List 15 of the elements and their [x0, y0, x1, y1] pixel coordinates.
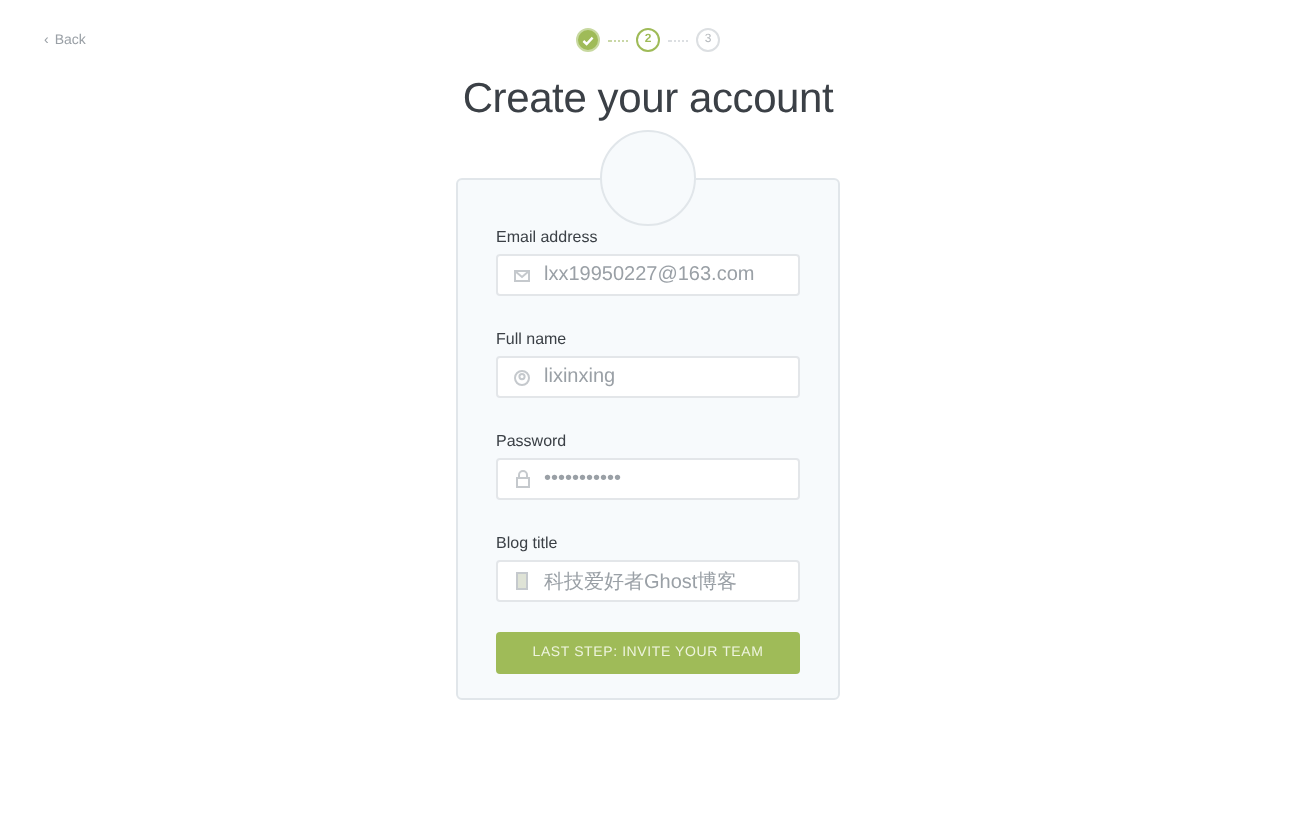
field-label: Full name [496, 330, 569, 350]
input-field[interactable]: lxx19950227@163.com [496, 254, 800, 296]
input-field[interactable]: ••••••••••• [496, 458, 800, 500]
field-label: Blog title [496, 534, 560, 554]
page-title: Create your account [460, 74, 836, 126]
input-field[interactable]: lixinxing [496, 356, 800, 398]
user-icon [514, 369, 530, 385]
input-field[interactable]: 科技爱好者Ghost博客 [496, 560, 800, 602]
book-icon [516, 572, 528, 590]
envelope-icon [514, 269, 530, 281]
lock-icon [515, 470, 529, 488]
avatar-placeholder[interactable] [600, 130, 696, 226]
field-label: Email address [496, 228, 600, 248]
check-icon [582, 35, 594, 45]
field-label: Password [496, 432, 569, 452]
